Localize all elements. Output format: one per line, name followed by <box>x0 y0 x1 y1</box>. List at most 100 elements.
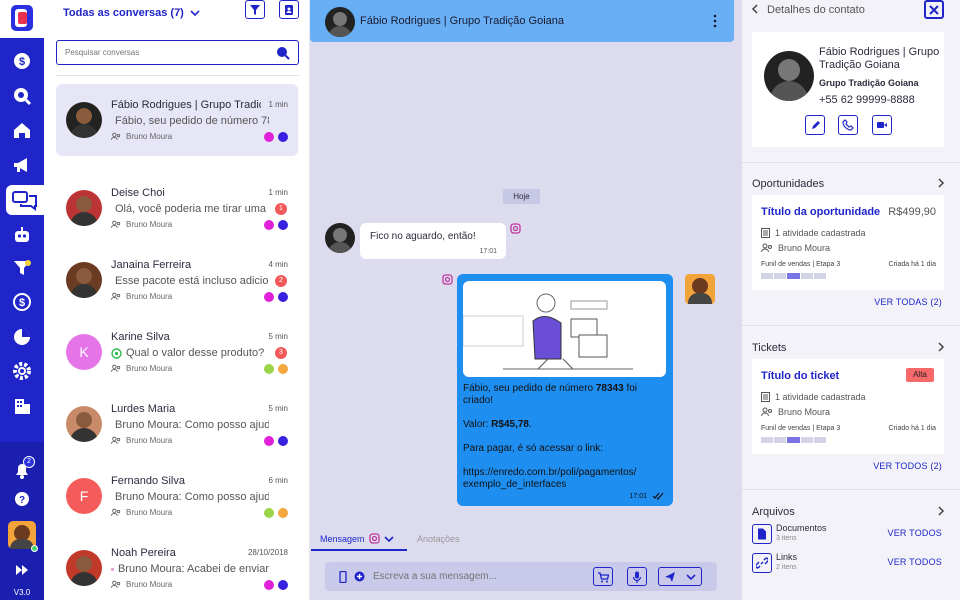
conversation-item[interactable]: Deise Choi 1 min Olá, você poderia me tira… <box>56 172 298 244</box>
funnel-icon[interactable] <box>12 258 32 278</box>
send-button[interactable] <box>658 567 702 586</box>
opportunity-card[interactable]: Título da oportunidade R$499,90 1 ativid… <box>752 195 944 290</box>
incoming-message: Fico no aguardo, então! 17:01 <box>360 223 506 259</box>
view-all-links-link[interactable]: VER TODOS <box>888 557 942 567</box>
payment-link[interactable]: https://enredo.com.br/poli/pagamentos/ex… <box>463 467 663 491</box>
close-icon <box>929 4 939 15</box>
whatsapp-icon <box>111 347 122 359</box>
divider <box>742 489 960 490</box>
search-conversations-field[interactable] <box>56 40 299 65</box>
ticket-activities: 1 atividade cadastrada <box>761 392 866 402</box>
tickets-title: Tickets <box>752 342 787 354</box>
order-created-line: Fábio, seu pedido de número 78343 foi cr… <box>463 383 638 406</box>
users-icon <box>111 220 121 228</box>
tag-dot <box>278 580 288 590</box>
chevron-down-icon[interactable] <box>383 534 394 544</box>
conversation-agent: Bruno Moura <box>111 220 172 229</box>
search-input[interactable] <box>65 45 255 60</box>
help-icon[interactable]: ? <box>12 489 32 509</box>
conversation-name: Fábio Rodrigues | Grupo Tradição Goiana <box>111 99 261 111</box>
contact-avatar[interactable] <box>325 7 355 37</box>
contact-book-icon <box>285 4 293 15</box>
outgoing-message-time: 17:01 <box>629 493 647 500</box>
close-button[interactable] <box>924 0 944 19</box>
add-icon[interactable] <box>354 571 365 582</box>
bot-icon[interactable] <box>12 225 32 245</box>
conversation-item[interactable]: Fábio Rodrigues | Grupo Tradição Goiana 1… <box>56 84 298 156</box>
conversation-item[interactable]: K Karine Silva 5 min Qual o valor desse pro… <box>56 316 298 388</box>
conversation-tags <box>264 436 288 446</box>
conversation-tags <box>264 132 288 142</box>
settings-icon[interactable] <box>12 361 32 381</box>
instagram-icon <box>442 274 453 285</box>
tab-message[interactable]: Mensagem <box>320 533 394 544</box>
tag-dot <box>278 220 288 230</box>
chat-header: Fábio Rodrigues | Grupo Tradição Goiana <box>310 0 734 42</box>
chat-icon[interactable] <box>6 185 44 215</box>
megaphone-icon[interactable] <box>12 155 32 175</box>
chevron-right-icon[interactable] <box>937 506 945 516</box>
edit-contact-button[interactable] <box>805 115 825 135</box>
finance-icon[interactable]: $ <box>12 51 32 71</box>
call-button[interactable] <box>838 115 858 135</box>
video-call-button[interactable] <box>872 115 892 135</box>
instagram-icon <box>111 567 114 571</box>
payments-icon[interactable]: $ <box>12 292 32 312</box>
chevron-right-icon[interactable] <box>937 178 945 188</box>
conversation-item[interactable]: Lurdes Maria 5 min Bruno Moura: Como posso… <box>56 388 298 460</box>
users-icon <box>111 436 121 444</box>
instagram-icon <box>510 223 521 234</box>
divider <box>56 75 299 76</box>
users-icon <box>111 364 121 372</box>
unread-badge: 1 <box>275 203 287 215</box>
divider <box>742 325 960 326</box>
pencil-icon <box>811 120 820 129</box>
company-icon[interactable] <box>12 396 32 416</box>
search-icon[interactable] <box>276 46 290 60</box>
mobile-icon[interactable] <box>339 571 347 583</box>
view-all-tickets-link[interactable]: VER TODOS (2) <box>873 461 942 471</box>
expand-icon[interactable] <box>12 560 32 580</box>
chevron-left-icon[interactable] <box>751 4 759 14</box>
conversation-agent: Bruno Moura <box>111 580 172 589</box>
reports-icon[interactable] <box>12 327 32 347</box>
users-icon <box>111 580 121 588</box>
app-version: V3.0 <box>13 588 31 597</box>
chevron-right-icon[interactable] <box>937 342 945 352</box>
avatar <box>66 550 102 586</box>
conversation-tags <box>264 292 288 302</box>
home-icon[interactable] <box>12 120 32 140</box>
view-all-opportunities-link[interactable]: VER TODAS (2) <box>874 297 942 307</box>
tab-notes[interactable]: Anotações <box>417 534 460 544</box>
avatar: K <box>66 334 102 370</box>
contact-photo <box>764 51 814 101</box>
message-input[interactable] <box>373 569 583 584</box>
agent-avatar <box>685 274 715 304</box>
links-row[interactable]: Links 2 itens VER TODOS <box>752 551 944 577</box>
tag-dot <box>278 292 288 302</box>
users-icon <box>111 292 121 300</box>
view-all-documents-link[interactable]: VER TODOS <box>888 528 942 538</box>
conversation-filter-dropdown[interactable]: Todas as conversas (7) <box>63 7 200 19</box>
users-icon <box>761 407 772 417</box>
conversation-item[interactable]: Noah Pereira 28/10/2018 Bruno Moura: Acabe… <box>56 532 298 600</box>
conversation-time: 1 min <box>268 188 288 197</box>
filter-button[interactable] <box>245 0 265 19</box>
conversation-item[interactable]: F Fernando Silva 6 min Bruno Moura: Como po… <box>56 460 298 532</box>
contacts-button[interactable] <box>279 0 299 19</box>
cart-button[interactable] <box>593 567 613 586</box>
conversation-tags <box>264 580 288 590</box>
logo-area <box>0 0 44 38</box>
links-count: 2 itens <box>776 564 797 571</box>
search-icon[interactable] <box>12 86 32 106</box>
tag-dot <box>264 580 274 590</box>
tag-dot <box>264 436 274 446</box>
documents-row[interactable]: Documentos 3 itens VER TODOS <box>752 522 944 548</box>
conversation-agent: Bruno Moura <box>111 508 172 517</box>
more-options-icon[interactable] <box>712 14 718 28</box>
details-title: Detalhes do contato <box>767 4 865 16</box>
link-icon <box>752 553 772 573</box>
ticket-card[interactable]: Título do ticket Alta 1 atividade cadast… <box>752 359 944 454</box>
microphone-button[interactable] <box>627 567 647 586</box>
conversation-item[interactable]: Janaina Ferreira 4 min Esse pacote está in… <box>56 244 298 316</box>
